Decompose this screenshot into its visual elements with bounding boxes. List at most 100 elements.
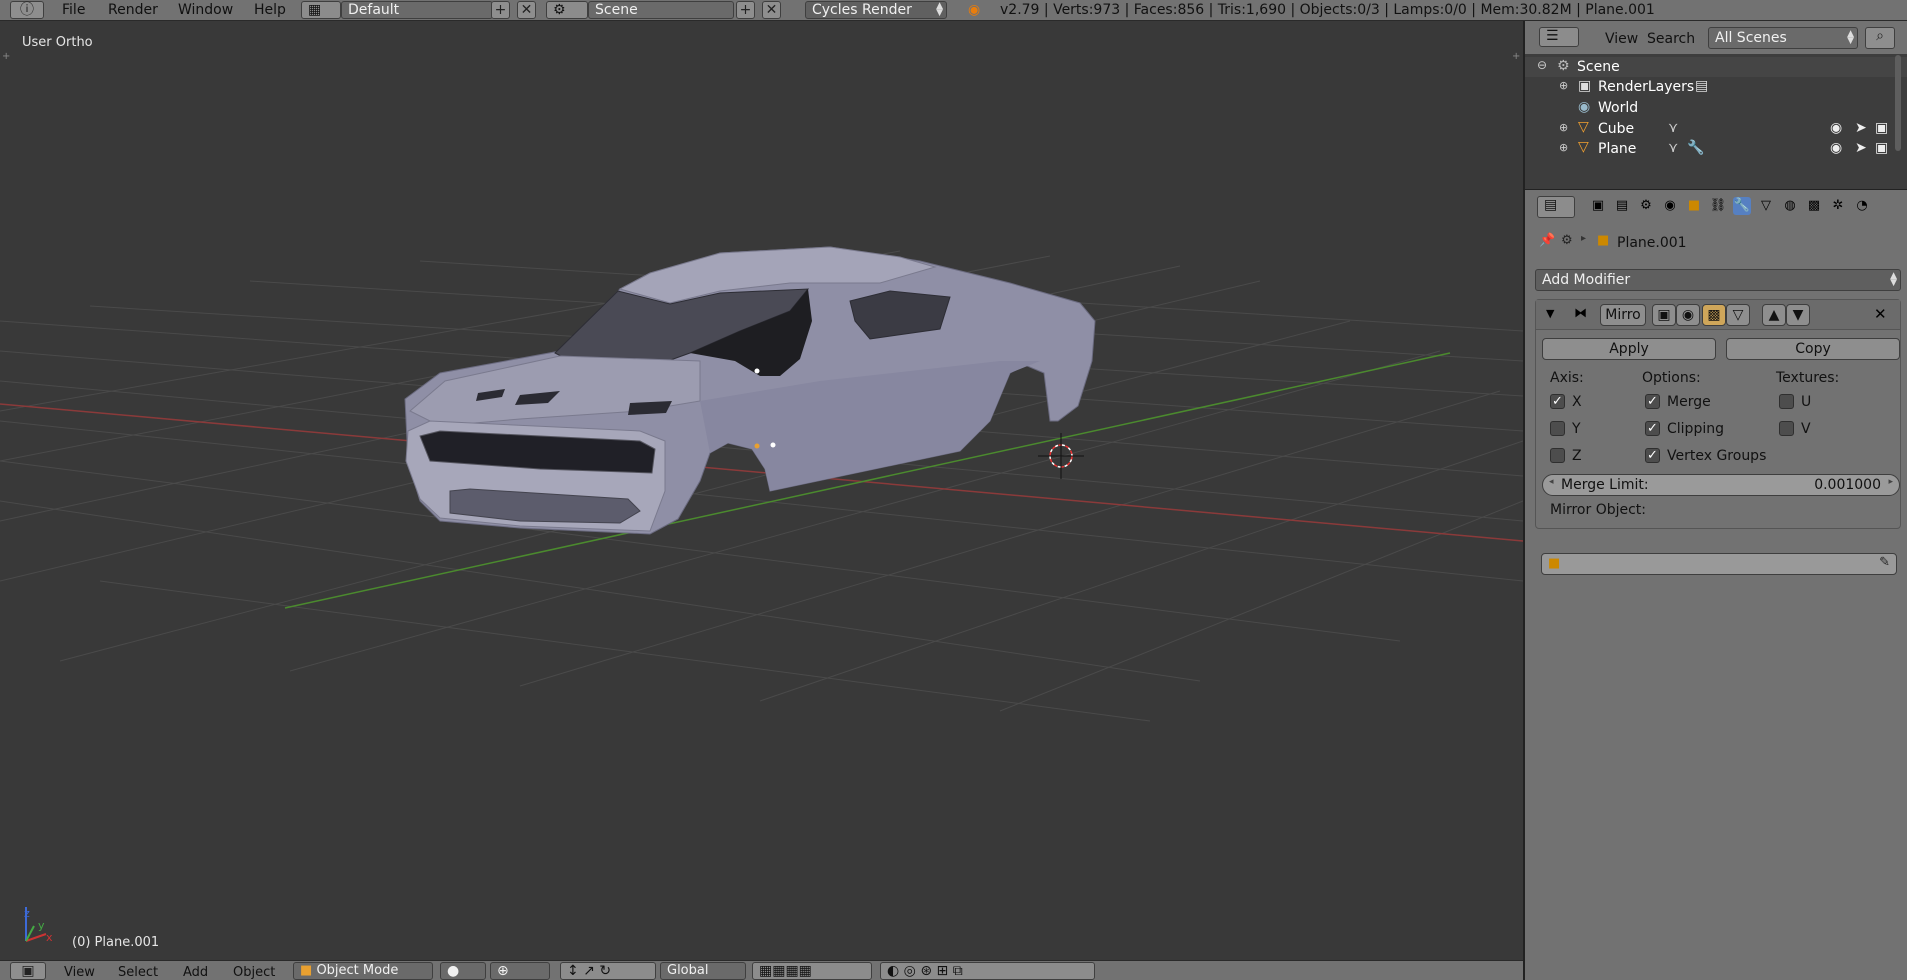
outliner[interactable]: ☰ View Search All Scenes ▲ ▼ ⌕ ⊖ ⚙ Scene … (1525, 21, 1907, 189)
particles-tab-icon[interactable]: ✲ (1829, 197, 1847, 215)
outliner-icon: ☰ (1546, 28, 1559, 44)
layout-selector-icon[interactable]: ▦ (301, 1, 341, 19)
mode-dropdown[interactable]: ■ Object Mode (293, 962, 433, 980)
remove-scene-button[interactable]: ✕ (762, 1, 781, 19)
renderlayers-tab-icon[interactable]: ▤ (1613, 197, 1631, 215)
scene-selector-icon[interactable]: ⚙ (546, 1, 588, 19)
pivot-dropdown[interactable]: ⊕ (490, 962, 550, 980)
show-render-toggle[interactable]: ▣ (1652, 304, 1676, 326)
outliner-scrollbar[interactable] (1895, 55, 1901, 151)
layout-name-field[interactable]: Default (341, 1, 493, 19)
expand-icon[interactable]: ⊕ (1559, 121, 1568, 134)
outliner-row-cube[interactable]: ⊕ ▽ Cube ⋎ ◉ ➤ ▣ (1525, 119, 1907, 139)
texture-u-checkbox[interactable] (1779, 394, 1794, 409)
object-tab-icon[interactable]: ■ (1685, 197, 1703, 215)
remove-layout-button[interactable]: ✕ (517, 1, 536, 19)
outliner-row-plane[interactable]: ⊕ ▽ Plane ⋎ 🔧 ◉ ➤ ▣ (1525, 139, 1907, 159)
decrement-arrow-icon[interactable]: ◂ (1549, 477, 1554, 487)
add-scene-button[interactable]: + (736, 1, 755, 19)
collapse-icon[interactable]: ⊖ (1537, 58, 1547, 72)
editor-type-button[interactable]: ⓘ (10, 1, 44, 19)
render-camera-icon[interactable]: ▣ (1875, 120, 1888, 136)
axis-z-checkbox[interactable] (1550, 448, 1565, 463)
outliner-row-world[interactable]: ◉ World (1525, 98, 1907, 118)
snapping-tools[interactable]: ◐ ◎ ⊛ ⊞ ⧉ (880, 962, 1095, 980)
visibility-eye-icon[interactable]: ◉ (1830, 140, 1842, 156)
world-tab-icon[interactable]: ◉ (1661, 197, 1679, 215)
modifier-name-field[interactable]: Mirro (1600, 304, 1646, 326)
menu-help[interactable]: Help (254, 2, 286, 18)
visibility-eye-icon[interactable]: ◉ (1830, 120, 1842, 136)
properties-toggle-icon[interactable]: + (1512, 51, 1520, 62)
menu-select[interactable]: Select (118, 965, 158, 980)
merge-limit-field[interactable]: ◂ Merge Limit: 0.001000 ▸ (1542, 474, 1900, 496)
merge-checkbox[interactable]: ✓ (1645, 394, 1660, 409)
data-tab-icon[interactable]: ▽ (1757, 197, 1775, 215)
clipping-checkbox[interactable]: ✓ (1645, 421, 1660, 436)
layer-buttons[interactable]: ▦▦▦▦ (752, 962, 872, 980)
shading-dropdown[interactable]: ● (440, 962, 486, 980)
expand-icon[interactable]: ⊕ (1559, 141, 1568, 154)
axis-y-label: Y (1572, 421, 1581, 437)
remove-modifier-close-icon[interactable]: ✕ (1874, 305, 1887, 323)
layers-grid-icon: ▦▦▦▦ (759, 963, 812, 979)
increment-arrow-icon[interactable]: ▸ (1888, 477, 1893, 487)
axis-y-checkbox[interactable] (1550, 421, 1565, 436)
axis-x-checkbox[interactable]: ✓ (1550, 394, 1565, 409)
material-tab-icon[interactable]: ◍ (1781, 197, 1799, 215)
outliner-menu-search[interactable]: Search (1647, 31, 1695, 47)
render-camera-icon[interactable]: ▣ (1875, 140, 1888, 156)
chevron-up-icon: ▲ (1768, 307, 1780, 323)
render-engine-dropdown[interactable]: Cycles Render ▲ ▼ (805, 1, 947, 19)
show-viewport-toggle[interactable]: ◉ (1676, 304, 1700, 326)
add-layout-button[interactable]: + (491, 1, 510, 19)
scene-tab-icon[interactable]: ⚙ (1637, 197, 1655, 215)
render-tab-icon[interactable]: ▣ (1589, 197, 1607, 215)
vertex-groups-checkbox[interactable]: ✓ (1645, 448, 1660, 463)
constraints-tab-icon[interactable]: ⛓ (1709, 197, 1727, 215)
scene-name-field[interactable]: Scene (588, 1, 734, 19)
collapse-triangle-icon[interactable]: ▼ (1546, 307, 1554, 320)
outliner-menu-view[interactable]: View (1605, 31, 1638, 47)
add-modifier-dropdown[interactable]: Add Modifier ▲ ▼ (1535, 269, 1901, 291)
show-on-cage-toggle[interactable]: ▽ (1726, 304, 1750, 326)
selectable-cursor-icon[interactable]: ➤ (1855, 140, 1867, 156)
display-mode-dropdown[interactable]: All Scenes ▲ ▼ (1708, 27, 1858, 49)
menu-view[interactable]: View (64, 965, 95, 980)
menu-add[interactable]: Add (183, 965, 208, 980)
manipulator-buttons[interactable]: ↕ ↗ ↻ (560, 962, 656, 980)
outliner-editor-type-button[interactable]: ☰ (1539, 27, 1579, 47)
copy-button[interactable]: Copy (1726, 338, 1900, 360)
pin-icon[interactable]: 📌 (1539, 233, 1555, 248)
menu-file[interactable]: File (62, 2, 85, 18)
selectable-cursor-icon[interactable]: ➤ (1855, 120, 1867, 136)
expand-icon[interactable]: ⊕ (1559, 79, 1568, 92)
move-up-button[interactable]: ▲ (1762, 304, 1786, 326)
eyedropper-icon[interactable]: ✎ (1879, 555, 1890, 570)
move-down-button[interactable]: ▼ (1786, 304, 1810, 326)
car-mesh[interactable] (404, 246, 1096, 535)
menu-render[interactable]: Render (108, 2, 158, 18)
outliner-label: RenderLayers (1598, 79, 1695, 95)
outliner-row-scene[interactable]: ⊖ ⚙ Scene (1525, 57, 1907, 77)
toolshelf-toggle-icon[interactable]: + (2, 51, 10, 62)
mirror-object-field[interactable]: ■ ✎ (1541, 553, 1897, 575)
outliner-row-renderlayers[interactable]: ⊕ ▣ RenderLayers ▤ (1525, 77, 1907, 97)
menu-object[interactable]: Object (233, 965, 275, 980)
modifiers-tab-wrench-icon[interactable]: 🔧 (1733, 197, 1751, 215)
texture-v-checkbox[interactable] (1779, 421, 1794, 436)
plus-icon: + (494, 2, 507, 18)
properties-editor-type-button[interactable]: ▤ (1537, 196, 1575, 218)
orientation-dropdown[interactable]: Global (660, 962, 746, 980)
physics-tab-icon[interactable]: ◔ (1853, 197, 1871, 215)
menu-window[interactable]: Window (178, 2, 233, 18)
textures-heading: Textures: (1776, 370, 1840, 386)
options-heading: Options: (1642, 370, 1701, 386)
3d-viewport[interactable]: User Ortho z y x (0) Plane.001 + + (0, 21, 1523, 960)
texture-tab-icon[interactable]: ▩ (1805, 197, 1823, 215)
show-editmode-toggle[interactable]: ▩ (1702, 304, 1726, 326)
editor-type-button[interactable]: ▣ (10, 962, 46, 980)
apply-button[interactable]: Apply (1542, 338, 1716, 360)
outliner-search-button[interactable]: ⌕ (1865, 27, 1895, 49)
axis-x-label: X (1572, 394, 1582, 410)
